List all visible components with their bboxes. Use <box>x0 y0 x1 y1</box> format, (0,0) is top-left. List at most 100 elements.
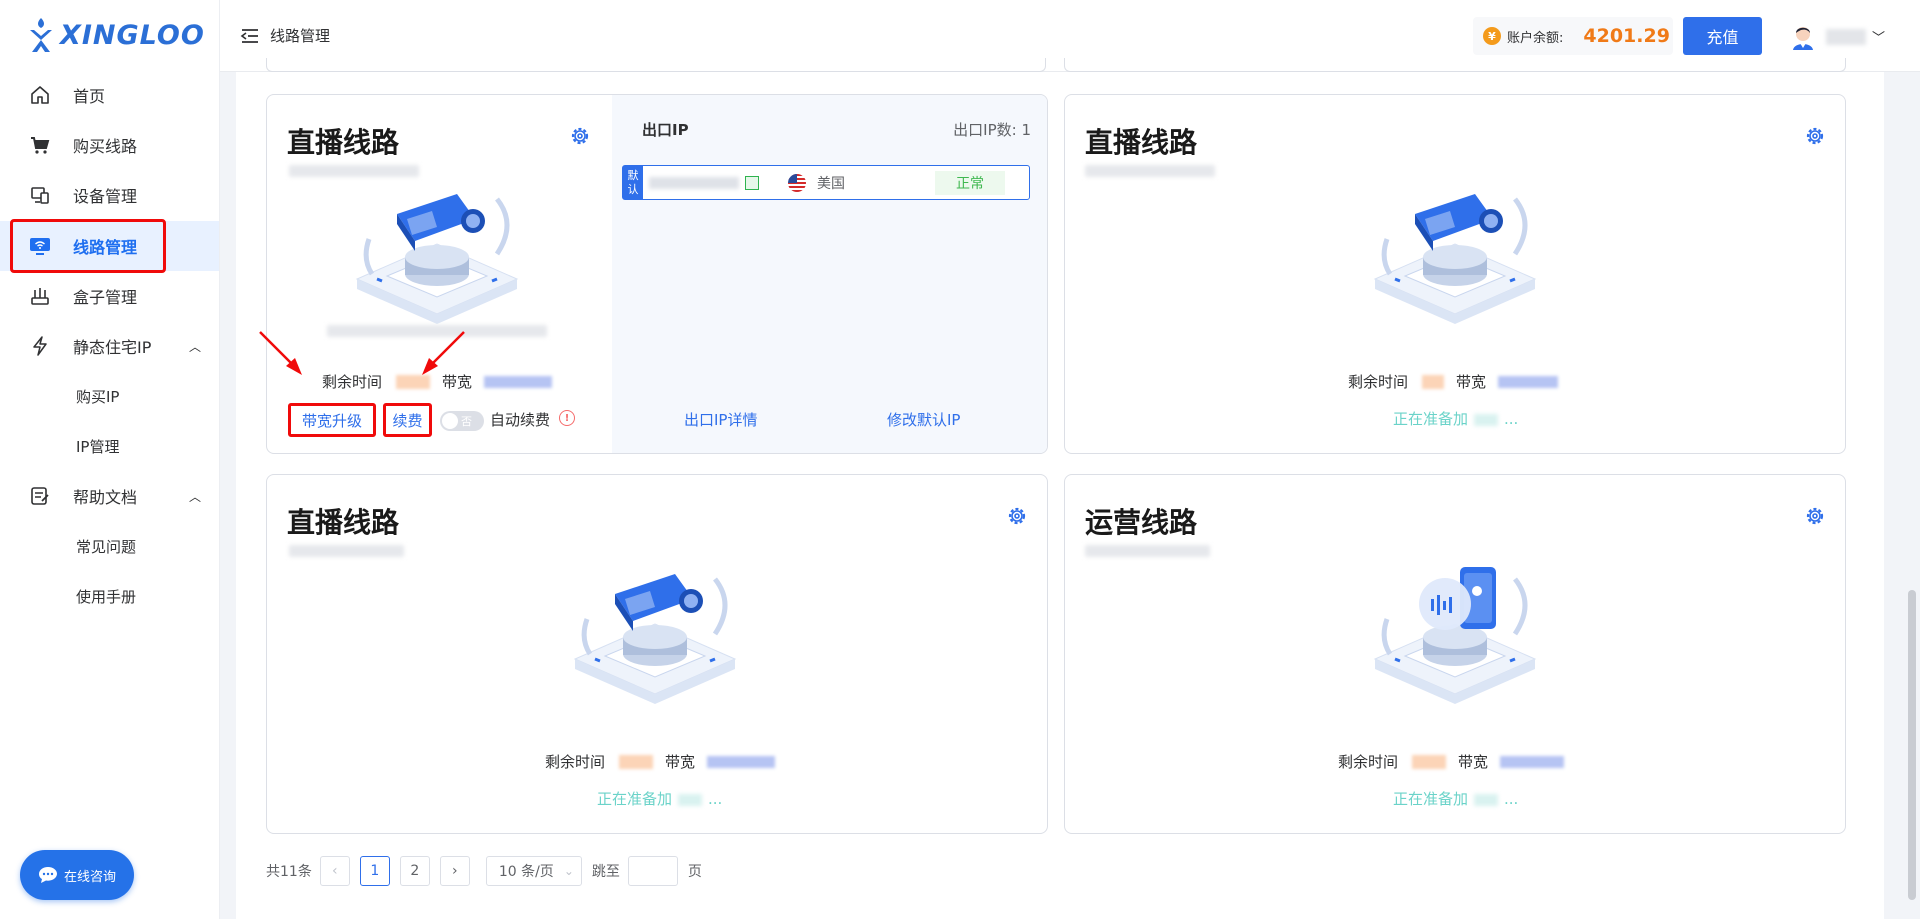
recharge-button[interactable]: 充值 <box>1683 17 1762 55</box>
balance-label: 账户余额: <box>1507 30 1564 46</box>
prev-page-button[interactable]: ‹ <box>319 856 350 886</box>
egress-ip-row[interactable]: 默 认 美国 正常 <box>622 165 1030 200</box>
bandwidth-label: 带宽 <box>442 373 473 391</box>
chat-label: 在线咨询 <box>63 869 116 885</box>
logo[interactable]: XINGLOO <box>28 16 205 54</box>
breadcrumb: 线路管理 <box>270 27 331 45</box>
logo-mark-icon <box>30 18 52 52</box>
page-button-2[interactable]: 2 <box>399 856 430 886</box>
sidebar-subitem-buy-ip[interactable]: 购买IP <box>76 386 119 407</box>
bandwidth-upgrade-button[interactable]: 带宽升级 <box>288 403 376 437</box>
yen-coin-icon: ¥ <box>1483 27 1501 45</box>
preparing-text: 正在准备加 <box>1393 410 1469 428</box>
toggle-state-label: 否 <box>461 415 472 428</box>
us-flag-icon <box>788 173 806 192</box>
sidebar-item-label: 盒子管理 <box>73 288 138 307</box>
ip-type-icon <box>745 175 759 190</box>
country-name: 美国 <box>817 175 845 192</box>
sidebar-item-label: 设备管理 <box>73 187 138 206</box>
live-camera-illustration <box>1373 194 1537 324</box>
auto-renew-toggle[interactable]: 否 <box>440 411 484 431</box>
line-address-blurred <box>327 325 547 337</box>
monitor-wifi-icon <box>29 235 51 257</box>
page-size-select[interactable]: 10 条/页 ⌄ <box>485 856 582 886</box>
chat-bubble-icon <box>38 867 57 883</box>
remaining-time-value-blurred <box>396 374 431 389</box>
settings-gear-icon[interactable] <box>1805 506 1825 526</box>
settings-gear-icon[interactable] <box>1007 506 1027 526</box>
default-tag-char: 认 <box>627 182 639 196</box>
card-title: 直播线路 <box>287 507 400 538</box>
remaining-time-label: 剩余时间 <box>322 373 383 391</box>
remaining-time-label: 剩余时间 <box>1338 753 1399 771</box>
sidebar-item-box[interactable]: 盒子管理 <box>0 271 219 321</box>
sidebar-item-buy-line[interactable]: 购买线路 <box>0 120 219 170</box>
sidebar-item-label: 帮助文档 <box>73 488 138 507</box>
remaining-time-value-blurred <box>1422 374 1445 389</box>
sidebar-item-label: 静态住宅IP <box>73 338 152 357</box>
preparing-status: 正在准备加... <box>1393 788 1518 809</box>
line-meta: 剩余时间 带宽 <box>1338 751 1565 772</box>
line-id-blurred <box>1085 165 1215 177</box>
line-card: 运营线路 剩余时间 带宽 正在准备加... <box>1064 474 1846 834</box>
line-id-blurred <box>1085 545 1210 557</box>
toggle-knob <box>442 413 458 429</box>
sidebar-item-device[interactable]: 设备管理 <box>0 170 219 220</box>
default-tag: 默 认 <box>623 166 643 199</box>
online-chat-button[interactable]: 在线咨询 <box>20 850 134 900</box>
pagination: 共11条 ‹ 1 2 › 10 条/页 ⌄ 跳至 页 <box>266 855 702 887</box>
settings-gear-icon[interactable] <box>570 126 590 146</box>
preparing-text: 正在准备加 <box>597 790 673 808</box>
modify-default-ip-link[interactable]: 修改默认IP <box>887 409 960 430</box>
card-bottom-edge <box>266 58 1046 72</box>
username-blurred[interactable] <box>1826 29 1866 45</box>
egress-title: 出口IP <box>642 121 689 139</box>
sidebar-item-static-ip[interactable]: 静态住宅IP ︿ <box>0 321 219 371</box>
settings-gear-icon[interactable] <box>1805 126 1825 146</box>
sidebar-item-home[interactable]: 首页 <box>0 70 219 120</box>
ops-voice-illustration <box>1373 567 1537 704</box>
line-id-blurred <box>289 165 419 177</box>
device-icon <box>29 184 51 206</box>
preparing-blurred <box>678 793 703 806</box>
chevron-down-icon: ⌄ <box>563 864 574 878</box>
live-camera-illustration <box>573 574 737 704</box>
renew-button[interactable]: 续费 <box>383 403 432 437</box>
chevron-down-icon[interactable]: ﹀ <box>1872 27 1885 46</box>
info-icon[interactable]: ! <box>559 410 575 426</box>
bandwidth-value-blurred <box>484 375 553 388</box>
remaining-time-value-blurred <box>1412 754 1447 769</box>
sidebar-item-help[interactable]: 帮助文档 ︿ <box>0 471 219 521</box>
preparing-blurred <box>1474 413 1499 426</box>
preparing-status: 正在准备加... <box>1393 408 1518 429</box>
remaining-time-label: 剩余时间 <box>1348 373 1409 391</box>
egress-ip-details-link[interactable]: 出口IP详情 <box>684 409 757 430</box>
preparing-status: 正在准备加... <box>597 788 722 809</box>
default-tag-char: 默 <box>627 168 639 182</box>
line-meta: 剩余时间 带宽 <box>545 751 776 772</box>
next-page-button[interactable]: › <box>439 856 470 886</box>
sidebar-subitem-ip-management[interactable]: IP管理 <box>76 436 119 457</box>
bandwidth-value-blurred <box>1500 755 1565 768</box>
line-id-blurred <box>289 545 404 557</box>
home-icon <box>29 84 51 106</box>
egress-count: 出口IP数: 1 <box>953 121 1031 139</box>
line-meta: 剩余时间 带宽 <box>1348 371 1559 392</box>
avatar[interactable] <box>1787 20 1819 52</box>
live-camera-illustration <box>355 194 519 324</box>
cart-icon <box>29 134 51 156</box>
auto-renew-label: 自动续费 <box>490 411 551 429</box>
sidebar-item-line-management[interactable]: 线路管理 <box>0 221 219 271</box>
bandwidth-label: 带宽 <box>665 753 696 771</box>
menu-fold-icon[interactable] <box>240 26 260 46</box>
remaining-time-label: 剩余时间 <box>545 753 606 771</box>
scrollbar[interactable] <box>1908 590 1916 900</box>
page-suffix: 页 <box>687 864 702 880</box>
jump-page-input[interactable] <box>627 856 678 886</box>
ip-address-blurred <box>649 176 739 189</box>
preparing-ellipsis: ... <box>1504 410 1519 428</box>
sidebar-subitem-faq[interactable]: 常见问题 <box>76 536 136 557</box>
sidebar-subitem-manual[interactable]: 使用手册 <box>76 586 136 607</box>
page-button-1[interactable]: 1 <box>359 856 390 886</box>
sidebar: XINGLOO 首页 购买线路 设备管理 线路管理 盒子管理 静态住宅IP ︿ … <box>0 0 220 919</box>
